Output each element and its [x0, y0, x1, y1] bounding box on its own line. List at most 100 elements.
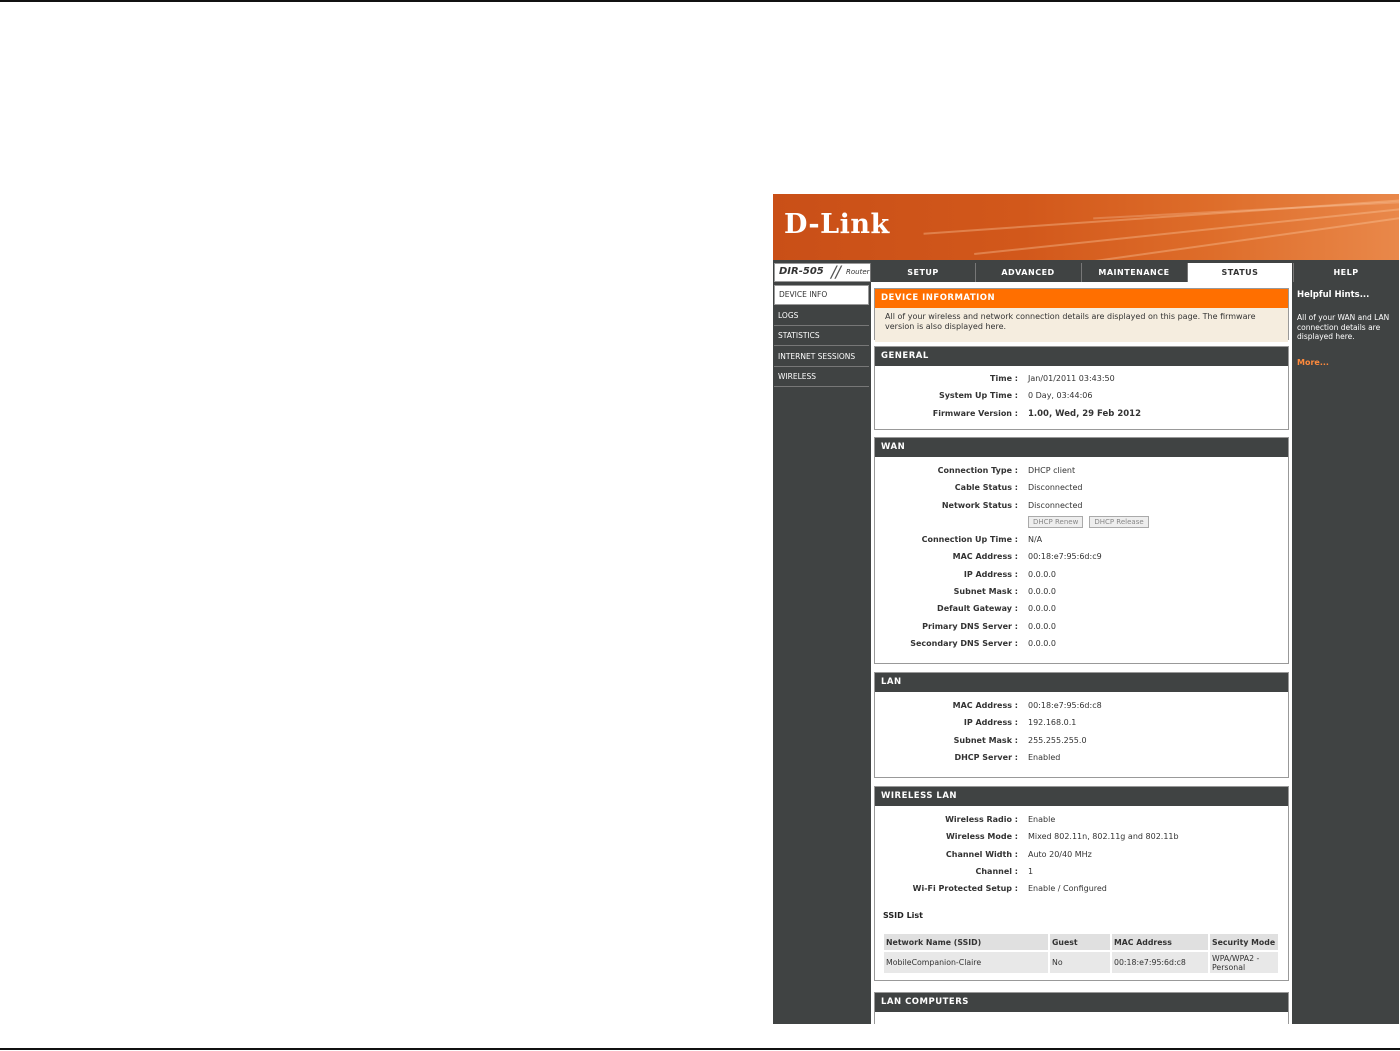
info-row: Connection Up Time : N/A	[875, 532, 1288, 549]
info-row: System Up Time : 0 Day, 03:44:06	[875, 388, 1288, 405]
mac-cell: 00:18:e7:95:6d:c8	[1112, 952, 1208, 973]
field-label: Default Gateway :	[937, 604, 1018, 614]
more-link[interactable]: More...	[1297, 358, 1329, 367]
info-row: IP Address : 0.0.0.0	[875, 567, 1288, 584]
field-label: Network Status :	[941, 500, 1018, 510]
sidebar-item-device-info[interactable]: DEVICE INFO	[774, 285, 869, 305]
sidebar-item-logs[interactable]: LOGS	[774, 306, 869, 326]
section-title-wireless-lan: WIRELESS LAN	[875, 787, 1288, 806]
column-header: Security Mode	[1210, 934, 1278, 950]
field-label: DHCP Server :	[954, 752, 1018, 762]
field-label: Cable Status :	[954, 483, 1018, 493]
field-value: 0.0.0.0	[1028, 604, 1056, 614]
info-row: Subnet Mask : 0.0.0.0	[875, 584, 1288, 601]
ssid-table: Network Name (SSID) Guest MAC Address Se…	[882, 932, 1280, 975]
info-row: Subnet Mask : 255.255.255.0	[875, 733, 1288, 750]
info-row: Channel : 1	[875, 864, 1288, 881]
slash-divider-icon: / /	[831, 262, 841, 281]
field-label: Wireless Mode :	[945, 832, 1018, 842]
tab-setup[interactable]: SETUP	[870, 263, 975, 282]
field-value: DHCP client	[1028, 466, 1076, 475]
dhcp-renew-button[interactable]: DHCP Renew	[1028, 515, 1084, 528]
dhcp-release-button[interactable]: DHCP Release	[1089, 515, 1149, 528]
info-row: Firmware Version : 1.00, Wed, 29 Feb 201…	[875, 406, 1288, 423]
field-value: Enable	[1028, 815, 1056, 824]
field-value: 0.0.0.0	[1028, 587, 1056, 597]
field-label: Connection Up Time :	[921, 535, 1018, 545]
tab-advanced[interactable]: ADVANCED	[975, 263, 1080, 282]
info-row: Default Gateway : 0.0.0.0	[875, 601, 1288, 618]
section-title-device-information: DEVICE INFORMATION	[875, 289, 1288, 308]
main-content: DEVICE INFORMATION All of your wireless …	[871, 282, 1292, 1024]
security-cell: WPA/WPA2 - Personal	[1210, 952, 1278, 973]
section-title-general: GENERAL	[875, 347, 1288, 366]
field-label: Wi-Fi Protected Setup :	[912, 884, 1018, 894]
field-label: IP Address :	[963, 718, 1018, 728]
tab-help[interactable]: HELP	[1293, 263, 1398, 282]
field-value: Jan/01/2011 03:43:50	[1028, 374, 1115, 383]
field-label: Firmware Version :	[932, 408, 1018, 418]
field-label: MAC Address :	[952, 701, 1018, 710]
dlink-logo: D-Link	[784, 209, 890, 240]
sidebar-item-statistics[interactable]: STATISTICS	[774, 327, 869, 346]
field-label: Channel Width :	[945, 849, 1018, 859]
field-label: Wireless Radio :	[945, 815, 1018, 824]
info-row: Wireless Radio : Enable	[875, 812, 1288, 829]
info-row: Time : Jan/01/2011 03:43:50	[875, 371, 1288, 388]
ssid-list-title: SSID List	[883, 911, 923, 920]
field-value: 1.00, Wed, 29 Feb 2012	[1028, 408, 1141, 419]
sidebar-item-internet-sessions[interactable]: INTERNET SESSIONS	[774, 347, 869, 367]
field-label: Channel :	[975, 866, 1018, 876]
section-title-wan: WAN	[875, 438, 1288, 457]
info-row: Wi-Fi Protected Setup : Enable / Configu…	[875, 881, 1288, 898]
wireless-lan-section: WIRELESS LAN Wireless Radio : Enable Wir…	[874, 786, 1289, 981]
field-value: 00:18:e7:95:6d:c9	[1028, 552, 1102, 562]
helpful-hints-panel: Helpful Hints... All of your WAN and LAN…	[1295, 282, 1399, 1024]
field-label: Subnet Mask :	[953, 587, 1018, 597]
field-label: Subnet Mask :	[953, 735, 1018, 745]
field-label: Time :	[990, 374, 1018, 383]
tab-status[interactable]: STATUS	[1187, 263, 1292, 282]
field-value: 1	[1028, 866, 1034, 876]
field-value: 0 Day, 03:44:06	[1028, 391, 1093, 401]
model-type: Router	[846, 268, 870, 276]
info-row: IP Address : 192.168.0.1	[875, 715, 1288, 732]
guest-cell: No	[1050, 952, 1110, 973]
table-row: MobileCompanion-Claire No 00:18:e7:95:6d…	[884, 952, 1278, 973]
top-navigation: DIR-505 / / Router SETUP ADVANCED MAINTE…	[773, 260, 1399, 282]
info-row: DHCP Server : Enabled	[875, 750, 1288, 767]
field-value: Disconnected	[1028, 483, 1083, 493]
sidebar-item-wireless[interactable]: WIRELESS	[774, 368, 869, 387]
info-row: Network Status : Disconnected	[875, 498, 1288, 515]
field-value: 0.0.0.0	[1028, 569, 1056, 579]
field-label: System Up Time :	[938, 391, 1018, 401]
info-row: Wireless Mode : Mixed 802.11n, 802.11g a…	[875, 829, 1288, 846]
hints-title: Helpful Hints...	[1297, 290, 1370, 300]
info-row: Connection Type : DHCP client	[875, 463, 1288, 480]
tab-maintenance[interactable]: MAINTENANCE	[1081, 263, 1186, 282]
top-rule	[0, 0, 1400, 2]
info-row: Secondary DNS Server : 0.0.0.0	[875, 636, 1288, 653]
model-badge: DIR-505 / / Router	[774, 262, 871, 282]
field-label: MAC Address :	[952, 552, 1018, 562]
field-value: 0.0.0.0	[1028, 621, 1056, 631]
field-value: Disconnected	[1028, 500, 1083, 510]
info-row: Primary DNS Server : 0.0.0.0	[875, 619, 1288, 636]
field-value: Auto 20/40 MHz	[1028, 849, 1092, 859]
field-value: Enable / Configured	[1028, 884, 1107, 894]
model-name: DIR-505	[779, 266, 824, 277]
field-value: N/A	[1028, 535, 1043, 545]
bottom-rule	[0, 1048, 1400, 1050]
info-row: MAC Address : 00:18:e7:95:6d:c9	[875, 549, 1288, 566]
header-banner: D-Link	[773, 194, 1399, 260]
wan-section: WAN Connection Type : DHCP client Cable …	[874, 437, 1289, 664]
ssid-cell: MobileCompanion-Claire	[884, 952, 1048, 973]
info-row: Channel Width : Auto 20/40 MHz	[875, 847, 1288, 864]
field-value: 0.0.0.0	[1028, 638, 1056, 648]
field-value: 192.168.0.1	[1028, 718, 1077, 728]
field-label: Connection Type :	[937, 466, 1018, 475]
column-header: MAC Address	[1112, 934, 1208, 950]
field-value: Mixed 802.11n, 802.11g and 802.11b	[1028, 832, 1179, 842]
general-section: GENERAL Time : Jan/01/2011 03:43:50 Syst…	[874, 346, 1289, 430]
column-header: Guest	[1050, 934, 1110, 950]
